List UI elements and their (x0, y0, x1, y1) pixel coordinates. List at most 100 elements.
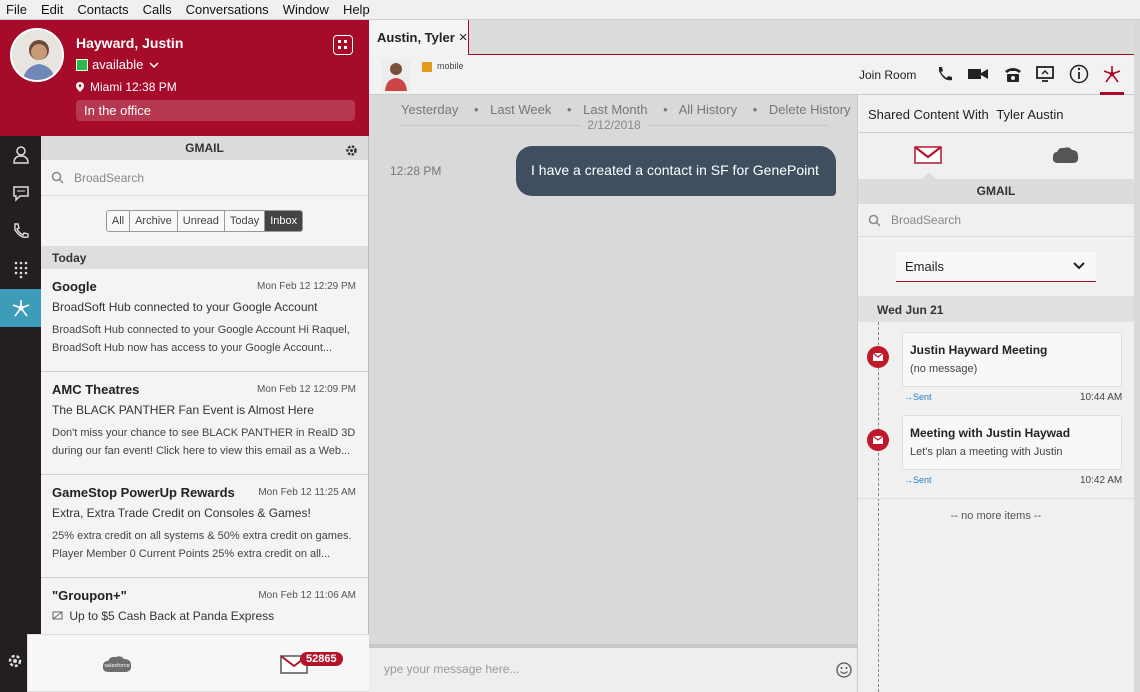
tab-austin-tyler[interactable]: Austin, Tyler × (369, 20, 469, 55)
shared-search-input[interactable]: BroadSearch (858, 204, 1134, 237)
shared-content-title: Shared Content With Tyler Austin (858, 95, 1134, 133)
salesforce-button[interactable]: salesforce (101, 654, 133, 677)
gmail-panel-title: GMAIL (185, 141, 224, 155)
salesforce-cloud-icon: salesforce (102, 656, 132, 672)
hub-grid-button[interactable] (333, 35, 353, 55)
filter-all[interactable]: All (106, 211, 131, 231)
email-preview-line: BroadSoft Hub now has access to your Goo… (52, 342, 333, 354)
status-available-icon (76, 58, 88, 71)
gmail-tab-icon[interactable] (914, 145, 942, 165)
filter-inbox[interactable]: Inbox (265, 211, 303, 231)
email-list-item[interactable]: GameStop PowerUp Rewards Mon Feb 12 11:2… (41, 475, 368, 578)
email-list-item[interactable]: Google Mon Feb 12 12:29 PM BroadSoft Hub… (41, 269, 368, 372)
active-source-pointer (922, 172, 936, 179)
shared-email-title: Meeting with Justin Haywad (910, 426, 1071, 440)
history-last-month[interactable]: Last Month (583, 102, 647, 117)
nav-conversations[interactable] (0, 174, 41, 212)
shared-email-time: 10:44 AM (1080, 392, 1123, 403)
shared-email-desc: Let's plan a meeting with Justin (910, 446, 1063, 458)
nav-calls[interactable] (0, 212, 41, 250)
history-all[interactable]: All History (679, 102, 738, 117)
email-timeline-icon (867, 346, 889, 368)
search-icon (51, 171, 64, 184)
status-note[interactable]: In the office (76, 100, 355, 121)
email-list-item[interactable]: AMC Theatres Mon Feb 12 12:09 PM The BLA… (41, 372, 368, 475)
gmail-settings-button[interactable] (345, 141, 358, 165)
join-room-button[interactable]: Join Room (859, 68, 916, 82)
shared-email-title: Justin Hayward Meeting (910, 343, 1048, 357)
email-subject: The BLACK PANTHER Fan Event is Almost He… (52, 403, 314, 417)
email-preview-line: BroadSoft Hub connected to your Google A… (52, 324, 350, 336)
nav-dialpad[interactable] (0, 250, 41, 288)
date-divider-label: 2/12/2018 (581, 118, 647, 132)
unread-count-badge: 52865 (300, 652, 343, 666)
shared-source-tabs (858, 133, 1134, 179)
tab-close-icon[interactable]: × (459, 29, 468, 46)
email-date: Mon Feb 12 12:09 PM (257, 384, 356, 395)
shared-date-header: Wed Jun 21 (858, 296, 1134, 322)
avatar[interactable] (10, 28, 64, 82)
history-separator: • (566, 102, 572, 117)
history-separator: • (473, 102, 479, 117)
filter-unread[interactable]: Unread (177, 211, 225, 231)
salesforce-wordmark: salesforce (104, 663, 129, 669)
desk-phone-icon[interactable] (1003, 65, 1023, 83)
list-divider (858, 498, 1134, 499)
message-timestamp: 12:28 PM (390, 164, 442, 178)
nav-hub[interactable] (0, 289, 41, 327)
menu-help[interactable]: Help (343, 2, 370, 17)
email-date: Mon Feb 12 11:06 AM (258, 590, 356, 601)
mobile-device-icon (422, 62, 432, 72)
filter-today[interactable]: Today (224, 211, 266, 231)
chevron-down-icon (149, 61, 159, 68)
email-subject: Up to $5 Cash Back at Panda Express (52, 609, 357, 623)
video-call-icon[interactable] (967, 65, 989, 83)
timeline-line (878, 322, 879, 692)
hub-star-icon (12, 300, 29, 317)
nav-contacts[interactable] (0, 136, 41, 174)
shared-email-card[interactable]: Justin Hayward Meeting (no message) (902, 332, 1122, 387)
nav-settings[interactable] (0, 642, 30, 680)
status-selector[interactable]: available (76, 57, 161, 72)
filter-archive[interactable]: Archive (130, 211, 178, 231)
profile-location: Miami 12:38 PM (76, 80, 177, 94)
menu-file[interactable]: File (6, 2, 27, 17)
sent-label: →Sent (904, 475, 932, 485)
shared-email-card[interactable]: Meeting with Justin Haywad Let's plan a … (902, 415, 1122, 470)
history-delete[interactable]: Delete History (769, 102, 851, 117)
contact-avatar[interactable] (381, 59, 411, 91)
email-preview-line: during our fan event! Click here to view… (52, 445, 351, 457)
shared-gmail-header: GMAIL (858, 179, 1134, 204)
location-text: Miami 12:38 PM (90, 80, 177, 94)
audio-call-icon[interactable] (936, 65, 954, 83)
email-preview-line: Player Member 0 Current Points 25% extra… (52, 548, 331, 560)
gmail-search-input[interactable]: BroadSearch (41, 160, 368, 196)
gear-icon (8, 654, 22, 668)
salesforce-tab-icon[interactable] (1051, 145, 1079, 165)
menu-conversations[interactable]: Conversations (186, 2, 269, 17)
email-date: Mon Feb 12 11:25 AM (258, 487, 356, 498)
screen-share-icon[interactable] (1035, 65, 1055, 83)
message-composer[interactable]: ype your message here... (369, 644, 857, 692)
info-icon[interactable] (1069, 64, 1089, 84)
menu-calls[interactable]: Calls (143, 2, 172, 17)
history-yesterday[interactable]: Yesterday (401, 102, 458, 117)
message-history: Yesterday • Last Week • Last Month • All… (369, 95, 857, 644)
history-last-week[interactable]: Last Week (490, 102, 551, 117)
emoji-icon[interactable] (836, 662, 852, 678)
menu-contacts[interactable]: Contacts (77, 2, 128, 17)
menu-window[interactable]: Window (283, 2, 329, 17)
gmail-search-placeholder: BroadSearch (74, 170, 145, 185)
tag-icon (52, 611, 63, 620)
content-type-select[interactable]: Emails (896, 252, 1096, 282)
hub-star-icon[interactable] (1102, 64, 1122, 84)
dialpad-icon (14, 261, 27, 279)
history-filter-links: Yesterday • Last Week • Last Month • All… (401, 102, 855, 117)
search-icon (868, 214, 881, 227)
profile-name: Hayward, Justin (76, 35, 184, 51)
envelope-icon (872, 352, 884, 361)
email-preview-line: 25% extra credit on all systems & 50% ex… (52, 530, 352, 542)
chat-icon (12, 186, 29, 202)
menu-edit[interactable]: Edit (41, 2, 63, 17)
email-preview: Don't miss your chance to see BLACK PANT… (52, 424, 357, 460)
